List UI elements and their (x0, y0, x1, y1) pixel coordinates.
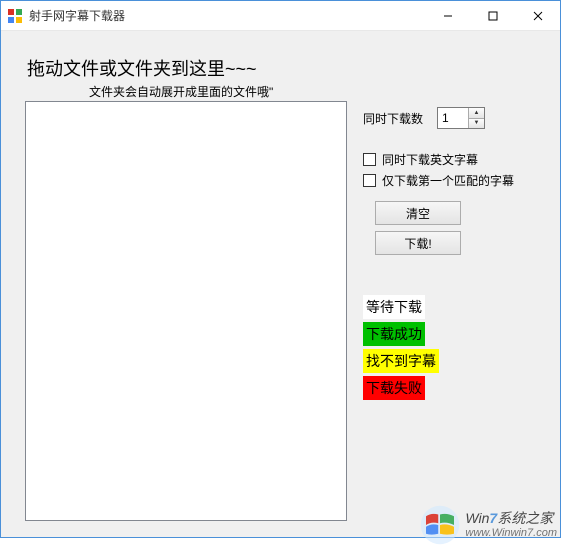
checkbox-english-label: 同时下载英文字幕 (382, 151, 478, 168)
client-area: 拖动文件或文件夹到这里~~~ 文件夹会自动展开成里面的文件哦" 同时下载数 ▲ … (1, 31, 560, 537)
spinner-down-button[interactable]: ▼ (469, 119, 484, 129)
checkbox-firstmatch-row[interactable]: 仅下载第一个匹配的字幕 (363, 172, 543, 189)
download-button[interactable]: 下载! (375, 231, 461, 255)
concurrent-spinner: ▲ ▼ (437, 107, 485, 129)
watermark-text: Win7系统之家 www.Winwin7.com (465, 511, 557, 538)
concurrent-input[interactable] (438, 108, 468, 128)
watermark-brand: Win7系统之家 (465, 511, 557, 526)
spinner-buttons: ▲ ▼ (468, 108, 484, 128)
clear-button[interactable]: 清空 (375, 201, 461, 225)
status-legend: 等待下载 下载成功 找不到字幕 下载失败 (363, 295, 543, 403)
watermark-brand-prefix: Win (465, 510, 489, 526)
clear-button-label: 清空 (406, 205, 430, 222)
maximize-button[interactable] (470, 1, 515, 30)
titlebar: 射手网字幕下载器 (1, 1, 560, 31)
watermark-url: www.Winwin7.com (465, 527, 557, 539)
checkbox-english[interactable] (363, 153, 376, 166)
download-button-label: 下载! (404, 235, 431, 252)
drop-area[interactable] (25, 101, 347, 521)
checkbox-english-row[interactable]: 同时下载英文字幕 (363, 151, 543, 168)
concurrent-label: 同时下载数 (363, 110, 423, 127)
watermark-brand-suffix: 系统之家 (497, 510, 553, 526)
app-window: 射手网字幕下载器 拖动文件或文件夹到这里~~~ 文件夹会自动展开成里面的文件哦"… (0, 0, 561, 538)
status-success: 下载成功 (363, 322, 425, 346)
concurrent-row: 同时下载数 ▲ ▼ (363, 107, 543, 129)
close-button[interactable] (515, 1, 560, 30)
windows-logo-icon (419, 504, 461, 546)
status-notfound: 找不到字幕 (363, 349, 439, 373)
status-waiting: 等待下载 (363, 295, 425, 319)
checkbox-firstmatch[interactable] (363, 174, 376, 187)
checkbox-firstmatch-label: 仅下载第一个匹配的字幕 (382, 172, 514, 189)
window-title: 射手网字幕下载器 (29, 7, 425, 24)
drop-subtitle: 文件夹会自动展开成里面的文件哦" (89, 83, 273, 100)
app-icon (7, 8, 23, 24)
minimize-button[interactable] (425, 1, 470, 30)
watermark: Win7系统之家 www.Winwin7.com (419, 504, 557, 546)
spinner-up-button[interactable]: ▲ (469, 108, 484, 119)
window-controls (425, 1, 560, 30)
status-failed: 下载失败 (363, 376, 425, 400)
drop-title: 拖动文件或文件夹到这里~~~ (27, 55, 257, 81)
side-panel: 同时下载数 ▲ ▼ 同时下载英文字幕 仅下载第一个匹配的字幕 清空 (363, 107, 543, 403)
